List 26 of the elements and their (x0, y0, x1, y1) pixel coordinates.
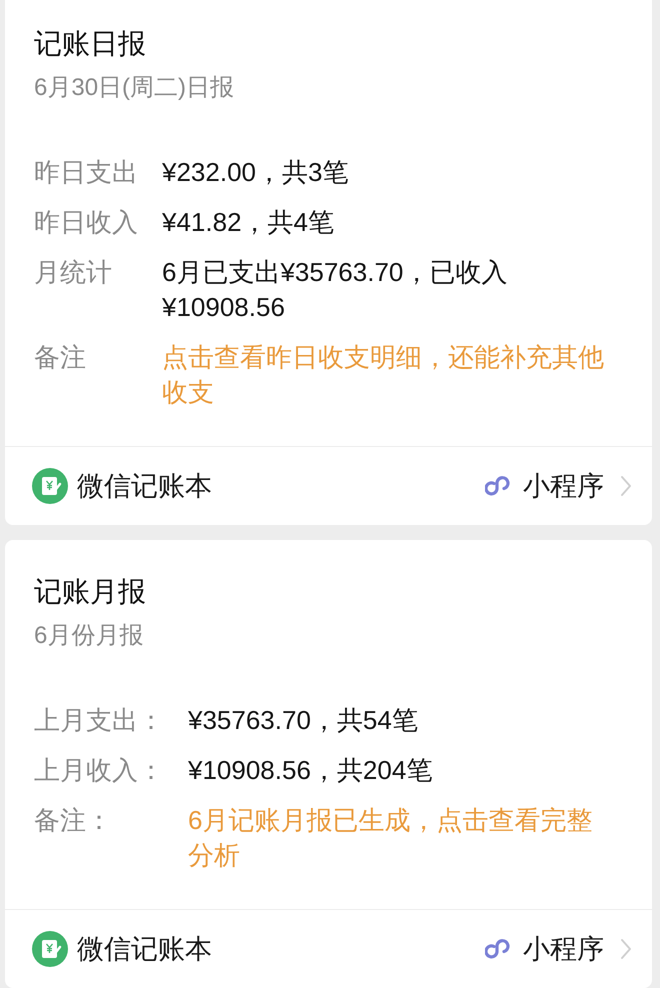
row-label: 上月支出： (34, 704, 164, 737)
row-value: ¥41.82，共4笔 (162, 206, 335, 239)
note-link[interactable]: 6月记账月报已生成，点击查看完整分析 (188, 803, 612, 873)
row-label: 备注 (34, 341, 87, 374)
card-title: 记账月报 (34, 575, 146, 609)
chevron-right-icon (620, 475, 632, 497)
mini-program-label: 小程序 (523, 470, 604, 503)
app-name: 微信记账本 (77, 933, 212, 966)
card-subtitle: 6月30日(周二)日报 (34, 73, 234, 103)
row-label: 昨日支出 (34, 156, 138, 189)
card-title: 记账日报 (34, 27, 146, 61)
app-name: 微信记账本 (77, 470, 212, 503)
mini-program-label: 小程序 (523, 933, 604, 966)
row-value: 6月已支出¥35763.70，已收入¥10908.56 (162, 256, 508, 324)
row-label: 上月收入： (34, 754, 164, 787)
yen-document-icon (32, 468, 68, 504)
row-value: ¥232.00，共3笔 (162, 156, 350, 189)
chevron-right-icon (620, 938, 632, 960)
note-link[interactable]: 点击查看昨日收支明细，还能补充其他收支 (162, 340, 612, 410)
row-label: 备注： (34, 804, 113, 837)
row-value: ¥35763.70，共54笔 (188, 704, 419, 737)
row-label: 月统计 (34, 256, 113, 289)
card-subtitle: 6月份月报 (34, 621, 144, 651)
yen-document-icon (32, 931, 68, 967)
row-label: 昨日收入 (34, 206, 138, 239)
row-value: ¥10908.56，共204笔 (188, 754, 434, 787)
